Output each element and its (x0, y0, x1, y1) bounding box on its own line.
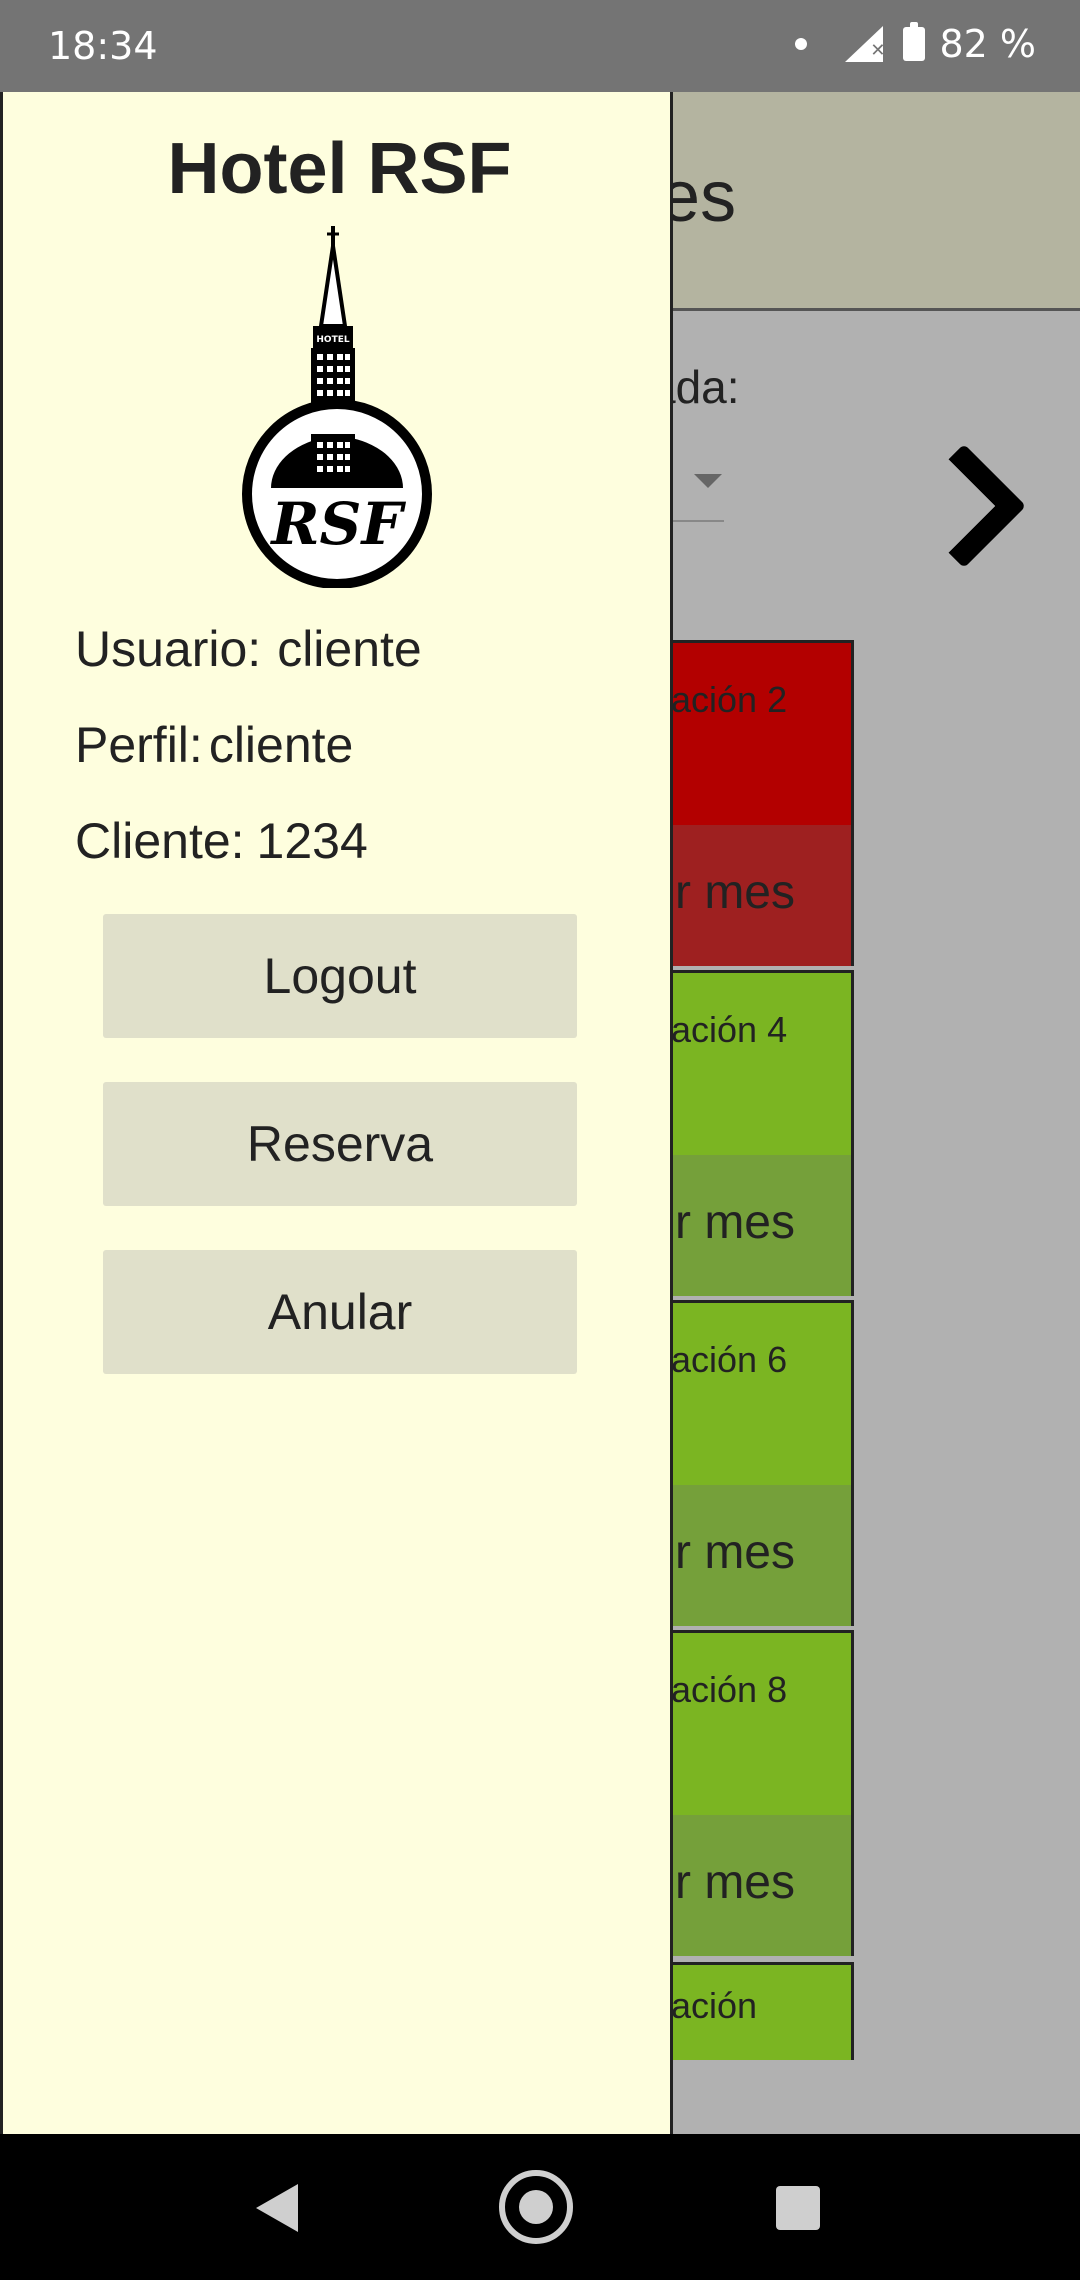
navigation-drawer: Hotel RSF HOTEL RSF Usuario: cliente Per… (0, 92, 673, 2134)
signal-icon: ✕ (845, 26, 885, 62)
chevron-right-icon[interactable] (901, 443, 1027, 569)
notification-dot-icon (795, 38, 808, 50)
logo-sign-text: HOTEL (316, 335, 349, 345)
battery-icon (903, 22, 926, 61)
room-month-button[interactable]: r mes (675, 1195, 795, 1250)
cancel-button[interactable]: Anular (103, 1250, 577, 1374)
user-info: Usuario: cliente (75, 620, 422, 678)
dropdown-arrow-icon[interactable] (694, 474, 722, 488)
room-name: ación 8 (671, 1669, 788, 1710)
drawer-title: Hotel RSF (167, 129, 512, 209)
back-icon[interactable] (256, 2184, 298, 2232)
battery-percent: 82 % (939, 22, 1036, 66)
user-value: cliente (277, 621, 422, 677)
user-label: Usuario: (75, 621, 262, 677)
status-time: 18:34 (48, 24, 158, 68)
room-month-button[interactable]: r mes (675, 865, 795, 920)
logout-button[interactable]: Logout (103, 914, 577, 1038)
status-icons: ✕ 82 % (795, 22, 1036, 66)
profile-value: cliente (208, 717, 354, 773)
room-name: ación 4 (671, 1009, 788, 1050)
room-month-button[interactable]: r mes (675, 1855, 795, 1910)
reserve-button[interactable]: Reserva (103, 1082, 577, 1206)
client-label: Cliente: (75, 813, 245, 869)
hotel-rsf-logo: HOTEL RSF (242, 226, 432, 588)
logo-text: RSF (269, 490, 406, 558)
client-info: Cliente: 1234 (75, 812, 368, 870)
client-value: 1234 (256, 813, 368, 869)
room-name: ación 2 (671, 679, 788, 720)
profile-info: Perfil: cliente (75, 716, 353, 774)
room-month-button[interactable]: r mes (675, 1525, 795, 1580)
status-bar: 18:34 ✕ 82 % (0, 0, 1080, 92)
room-name: ación 6 (671, 1339, 788, 1380)
system-nav-bar (0, 2134, 1080, 2280)
recent-apps-icon[interactable] (776, 2186, 820, 2230)
room-name: ación (671, 1985, 758, 2026)
home-icon[interactable] (499, 2170, 573, 2244)
profile-label: Perfil: (75, 717, 203, 773)
